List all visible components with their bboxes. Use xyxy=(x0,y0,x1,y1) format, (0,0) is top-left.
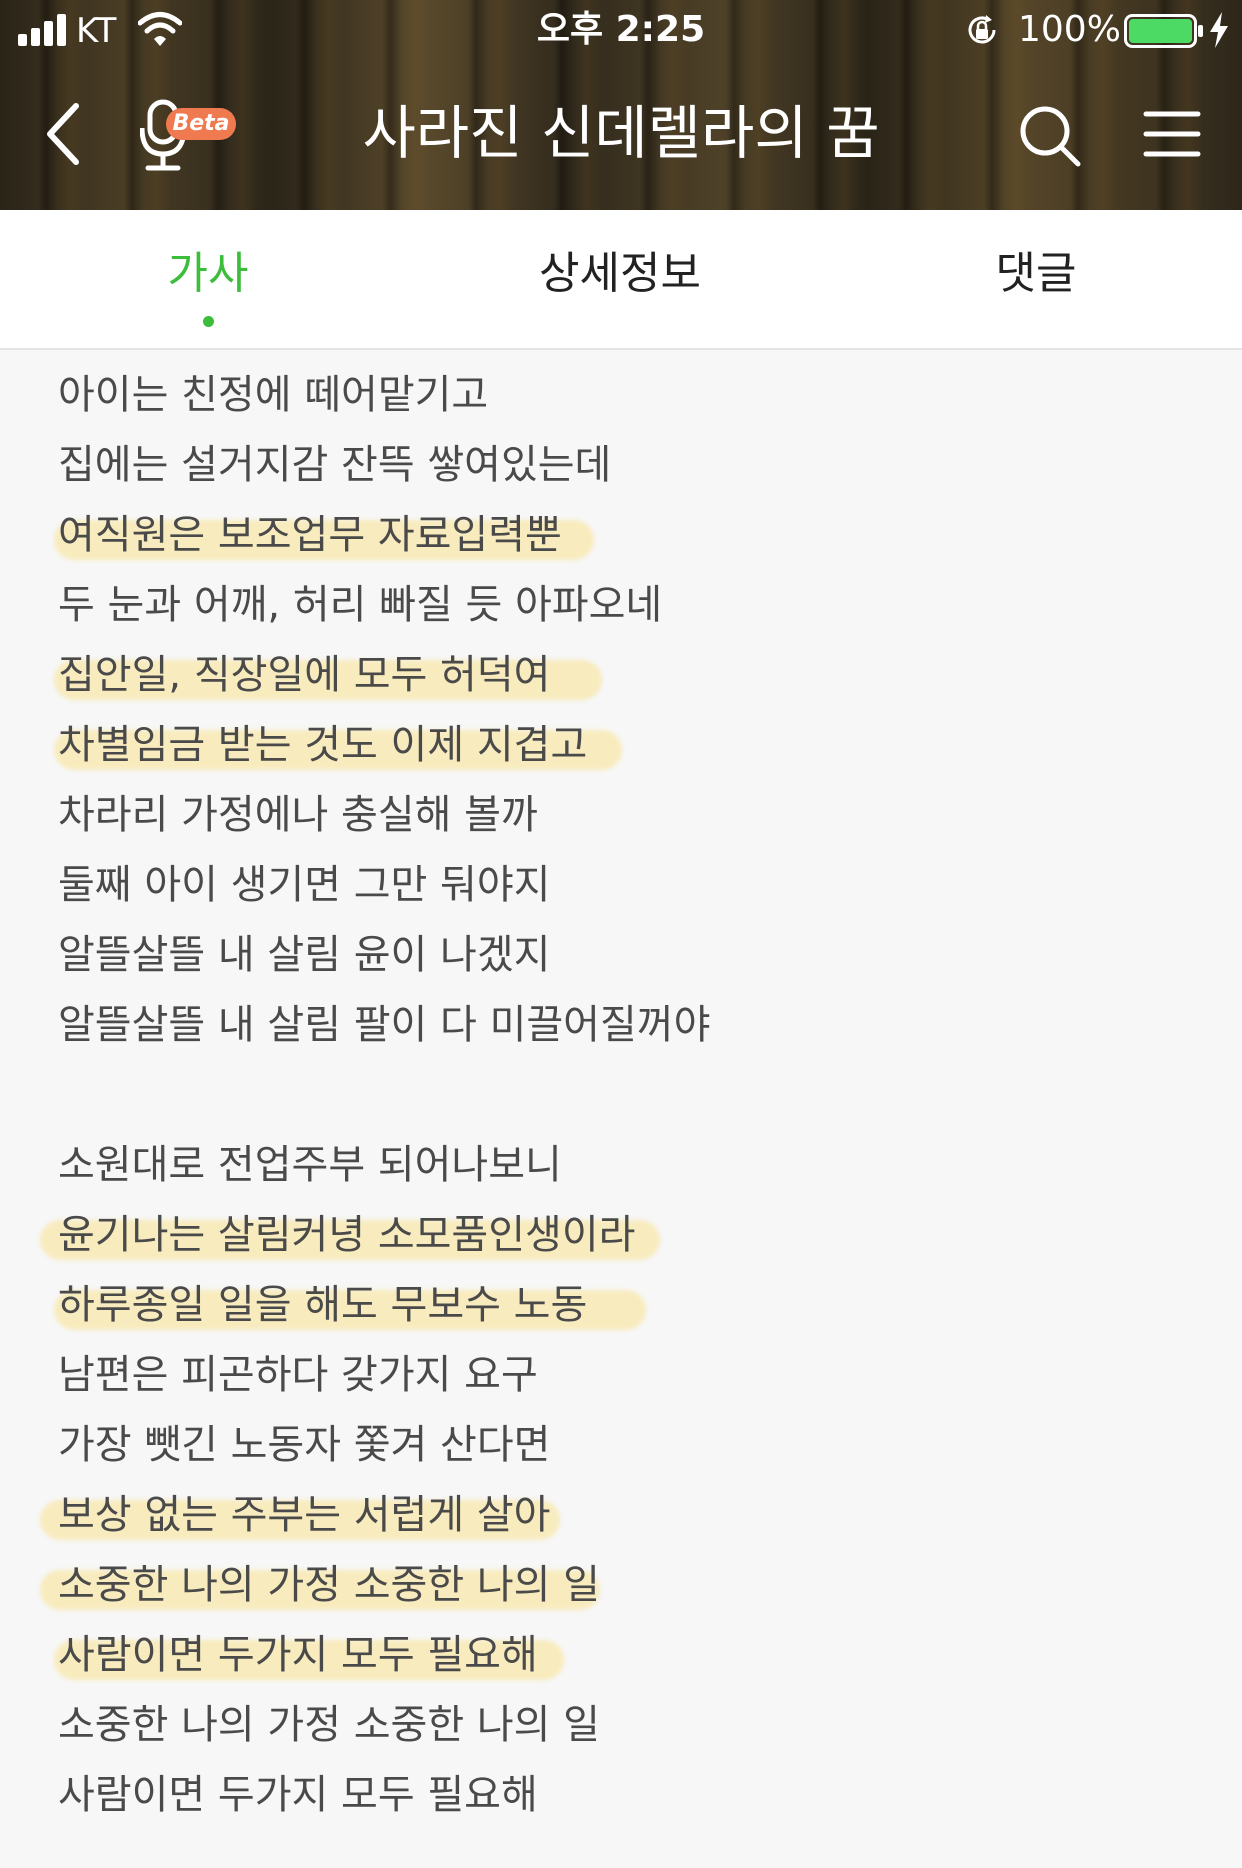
search-icon[interactable] xyxy=(1018,104,1082,168)
battery-percentage: 100% xyxy=(1018,9,1121,50)
back-button[interactable] xyxy=(38,96,88,172)
lyric-line: 남편은 피곤하다 갖가지 요구 xyxy=(58,1352,538,1398)
lyric-line: 사람이면 두가지 모두 필요해 xyxy=(58,1772,538,1818)
lyric-line: 사람이면 두가지 모두 필요해 xyxy=(58,1632,538,1678)
app-header: KT 오후 2:25 100% Beta 사라진 신데렐라의 꿈 xyxy=(0,0,1242,210)
lyric-line: 소중한 나의 가정 소중한 나의 일 xyxy=(58,1702,600,1748)
active-tab-indicator xyxy=(203,316,214,327)
battery-icon xyxy=(1124,14,1203,48)
lyric-line: 보상 없는 주부는 서럽게 살아 xyxy=(58,1492,551,1538)
lyric-line: 알뜰살뜰 내 살림 윤이 나겠지 xyxy=(58,932,551,978)
menu-icon[interactable] xyxy=(1142,108,1202,160)
lyric-line: 차라리 가정에나 충실해 볼까 xyxy=(58,792,538,838)
lyric-line: 아이는 친정에 떼어맡기고 xyxy=(58,372,489,418)
voice-search-button[interactable]: Beta xyxy=(140,98,248,174)
lyric-line: 소중한 나의 가정 소중한 나의 일 xyxy=(58,1562,600,1608)
charging-bolt-icon xyxy=(1210,12,1228,48)
lyric-line: 집에는 설거지감 잔뜩 쌓여있는데 xyxy=(58,442,612,488)
lyric-line: 여직원은 보조업무 자료입력뿐 xyxy=(58,512,562,558)
lyric-line: 집안일, 직장일에 모두 허덕여 xyxy=(58,652,551,698)
tab-lyrics[interactable]: 가사 xyxy=(58,246,358,302)
beta-badge: Beta xyxy=(166,108,236,140)
lyric-line: 둘째 아이 생기면 그만 둬야지 xyxy=(58,862,551,908)
lyric-line: 차별임금 받는 것도 이제 지겹고 xyxy=(58,722,588,768)
tab-details[interactable]: 상세정보 xyxy=(470,246,770,302)
rotation-lock-icon xyxy=(968,15,996,44)
lyric-line: 가장 뺏긴 노동자 쫓겨 산다면 xyxy=(58,1422,551,1468)
lyric-line: 알뜰살뜰 내 살림 팔이 다 미끌어질꺼야 xyxy=(58,1002,711,1048)
lyric-line: 소원대로 전업주부 되어나보니 xyxy=(58,1142,562,1188)
lyric-line: 두 눈과 어깨, 허리 빠질 듯 아파오네 xyxy=(58,582,663,628)
lyric-line: 하루종일 일을 해도 무보수 노동 xyxy=(58,1282,588,1328)
tab-bar: 가사 상세정보 댓글 xyxy=(0,210,1242,350)
tab-comments[interactable]: 댓글 xyxy=(886,246,1186,302)
lyric-line: 윤기나는 살림커녕 소모품인생이라 xyxy=(58,1212,636,1258)
status-bar: KT 오후 2:25 100% xyxy=(0,0,1242,62)
page-title: 사라진 신데렐라의 꿈 xyxy=(362,99,880,167)
